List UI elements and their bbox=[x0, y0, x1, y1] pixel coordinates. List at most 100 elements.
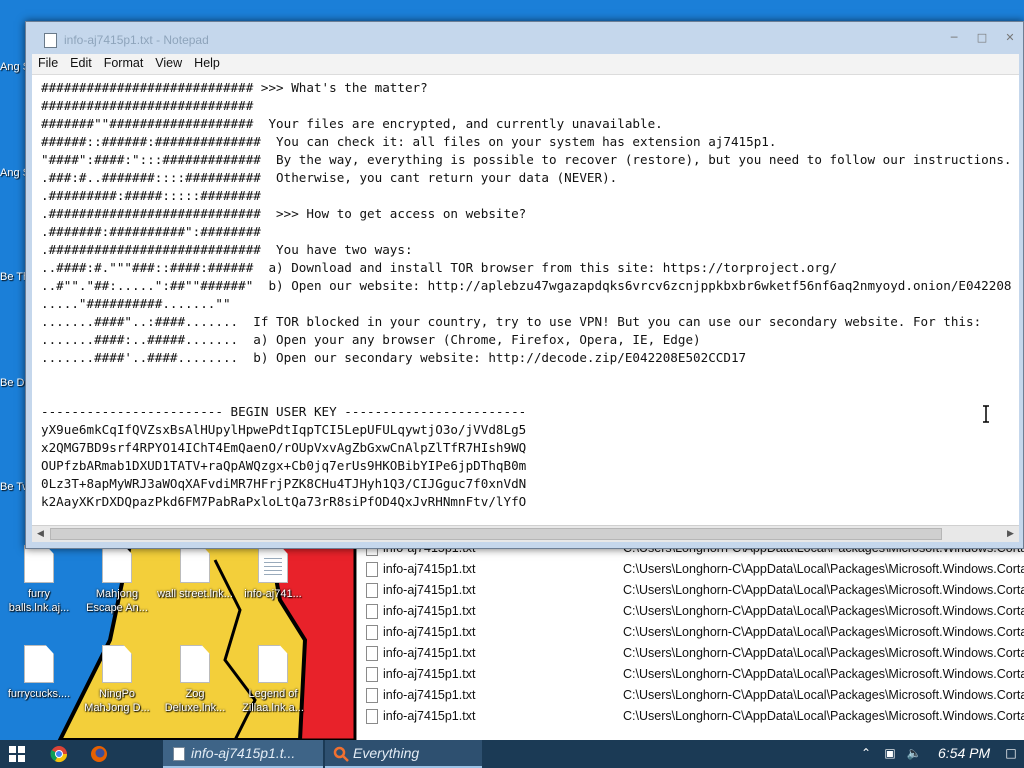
text-line: "####":####:":::############# By the way… bbox=[41, 152, 1012, 167]
desktop-icon-label: Mahjong Escape An... bbox=[86, 588, 148, 614]
file-path: C:\Users\Longhorn-C\AppData\Local\Packag… bbox=[623, 562, 1024, 576]
text-line: ..####:#."""###::####:###### a) Download… bbox=[41, 260, 838, 275]
desktop-icon-label: furrycucks.... bbox=[7, 688, 71, 700]
desktop-icon-label: wall street.lnk... bbox=[157, 588, 233, 600]
desktop-icon[interactable]: Legend of Zillaa.lnk.a... bbox=[234, 645, 312, 715]
desktop-icon-label: Zog Deluxe.lnk... bbox=[164, 688, 226, 714]
desktop-icon-label: info-aj741... bbox=[244, 588, 302, 600]
scrollbar-thumb[interactable] bbox=[50, 528, 942, 540]
file-name: info-aj7415p1.txt bbox=[383, 688, 476, 702]
desktop-icon[interactable]: Zog Deluxe.lnk... bbox=[156, 645, 234, 715]
taskbar-button-label: info-aj7415p1.t... bbox=[191, 745, 296, 761]
desktop-icon-label-peek[interactable]: Be Delu bbox=[0, 376, 28, 390]
text-file-icon bbox=[258, 545, 288, 583]
horizontal-scrollbar[interactable]: ◀ ▶ bbox=[32, 525, 1019, 542]
action-center-icon[interactable]: □ bbox=[1003, 746, 1019, 762]
text-editor-area[interactable]: ############################ >>> What's … bbox=[32, 75, 1019, 525]
desktop-icon-label: NingPo MahJong D... bbox=[84, 688, 150, 714]
text-file-icon bbox=[366, 625, 378, 640]
show-hidden-icons-icon[interactable]: ⌃ bbox=[858, 746, 874, 762]
chrome-icon[interactable] bbox=[50, 745, 68, 763]
file-icon bbox=[102, 545, 132, 583]
list-item[interactable]: info-aj7415p1.txt C:\Users\Longhorn-C\Ap… bbox=[357, 706, 1024, 727]
file-icon bbox=[24, 545, 54, 583]
list-item[interactable]: info-aj7415p1.txt C:\Users\Longhorn-C\Ap… bbox=[357, 622, 1024, 643]
file-icon bbox=[258, 645, 288, 683]
desktop-icon[interactable]: furrycucks.... bbox=[0, 645, 78, 701]
desktop-icon-label-peek[interactable]: Be Twis bbox=[0, 480, 28, 494]
text-line: OUPfzbARmab1DXUD1TATV+raQpAWQzgx+Cb0jq7e… bbox=[41, 458, 527, 473]
text-line: yX9ue6mkCqIfQVZsxBsAlHUpylHpwePdtIqpTCI5… bbox=[41, 422, 527, 437]
text-line: .###:#..#######::::########## Otherwise,… bbox=[41, 170, 618, 185]
file-path: C:\Users\Longhorn-C\AppData\Local\Packag… bbox=[623, 709, 1024, 723]
menu-view[interactable]: View bbox=[149, 54, 188, 75]
menu-format[interactable]: Format bbox=[98, 54, 150, 75]
menu-edit[interactable]: Edit bbox=[64, 54, 98, 75]
scroll-left-arrow-icon[interactable]: ◀ bbox=[32, 526, 49, 542]
list-item[interactable]: info-aj7415p1.txt C:\Users\Longhorn-C\Ap… bbox=[357, 580, 1024, 601]
file-name: info-aj7415p1.txt bbox=[383, 709, 476, 723]
desktop-icon[interactable]: info-aj741... bbox=[234, 545, 312, 601]
text-line: ######::######:############## You can ch… bbox=[41, 134, 777, 149]
file-name: info-aj7415p1.txt bbox=[383, 667, 476, 681]
file-icon bbox=[180, 545, 210, 583]
everything-icon bbox=[333, 746, 349, 762]
file-name: info-aj7415p1.txt bbox=[383, 604, 476, 618]
text-line: x2QMG7BD9srf4RPYO14IChT4EmQaenO/rOUpVxvA… bbox=[41, 440, 527, 455]
desktop-icon[interactable]: Mahjong Escape An... bbox=[78, 545, 156, 615]
desktop-icon[interactable]: wall street.lnk... bbox=[156, 545, 234, 601]
window-titlebar[interactable]: info-aj7415p1.txt - Notepad ─ □ ✕ bbox=[26, 22, 1023, 54]
list-item[interactable]: info-aj7415p1.txt C:\Users\Longhorn-C\Ap… bbox=[357, 685, 1024, 706]
windows-start-icon[interactable] bbox=[9, 746, 25, 762]
document-text[interactable]: ############################ >>> What's … bbox=[41, 79, 1012, 511]
network-icon[interactable]: ▣ bbox=[882, 746, 898, 762]
file-name: info-aj7415p1.txt bbox=[383, 583, 476, 597]
maximize-button[interactable]: □ bbox=[971, 31, 993, 45]
desktop-icon[interactable]: furry balls.lnk.aj... bbox=[0, 545, 78, 615]
text-file-icon bbox=[366, 688, 378, 703]
list-item[interactable]: info-aj7415p1.txt C:\Users\Longhorn-C\Ap… bbox=[357, 664, 1024, 685]
ibeam-cursor-icon bbox=[983, 405, 989, 423]
taskbar: info-aj7415p1.t... Everything ⌃ ▣ 🔈 6:54… bbox=[0, 740, 1024, 768]
minimize-button[interactable]: ─ bbox=[943, 31, 965, 45]
desktop-icon-label-peek[interactable]: Be The bbox=[0, 270, 28, 284]
notepad-window: info-aj7415p1.txt - Notepad ─ □ ✕ File Ed… bbox=[25, 21, 1024, 549]
desktop-icon-label-peek[interactable]: Ang Soy bbox=[0, 60, 28, 74]
text-file-icon bbox=[366, 604, 378, 619]
window-title: info-aj7415p1.txt - Notepad bbox=[64, 33, 209, 47]
list-item[interactable]: info-aj7415p1.txt C:\Users\Longhorn-C\Ap… bbox=[357, 601, 1024, 622]
text-line: .############################ >>> How to… bbox=[41, 206, 527, 221]
taskbar-notepad-button[interactable]: info-aj7415p1.t... bbox=[163, 740, 323, 768]
file-path: C:\Users\Longhorn-C\AppData\Local\Packag… bbox=[623, 583, 1024, 597]
taskbar-everything-button[interactable]: Everything bbox=[325, 740, 482, 768]
text-line bbox=[41, 385, 1012, 403]
notepad-icon bbox=[173, 747, 185, 761]
text-line: ############################ bbox=[41, 98, 254, 113]
text-line: ..#""."##:.....":##""######" b) Open our… bbox=[41, 278, 1012, 293]
list-item[interactable]: info-aj7415p1.txt C:\Users\Longhorn-C\Ap… bbox=[357, 643, 1024, 664]
menu-help[interactable]: Help bbox=[188, 54, 226, 75]
text-line: #######""################### Your files … bbox=[41, 116, 663, 131]
firefox-icon[interactable] bbox=[90, 745, 108, 763]
file-path: C:\Users\Longhorn-C\AppData\Local\Packag… bbox=[623, 625, 1024, 639]
desktop-icon-label-peek[interactable]: Ang Soy bbox=[0, 166, 28, 180]
text-line: ------------------------ BEGIN USER KEY … bbox=[41, 404, 527, 419]
text-file-icon bbox=[366, 583, 378, 598]
text-file-icon bbox=[366, 667, 378, 682]
taskbar-clock[interactable]: 6:54 PM bbox=[938, 745, 990, 761]
file-search-results: info-aj7415p1.txt C:\Users\Longhorn-C\Ap… bbox=[356, 538, 1024, 740]
menu-file[interactable]: File bbox=[32, 54, 64, 75]
scroll-right-arrow-icon[interactable]: ▶ bbox=[1002, 526, 1019, 542]
desktop-icon[interactable]: NingPo MahJong D... bbox=[78, 645, 156, 715]
text-line: .#######:##########":######## bbox=[41, 224, 261, 239]
text-line: .......####'..####........ b) Open our s… bbox=[41, 350, 747, 365]
file-icon bbox=[24, 645, 54, 683]
list-item[interactable]: info-aj7415p1.txt C:\Users\Longhorn-C\Ap… bbox=[357, 559, 1024, 580]
file-path: C:\Users\Longhorn-C\AppData\Local\Packag… bbox=[623, 646, 1024, 660]
close-button[interactable]: ✕ bbox=[999, 31, 1021, 45]
file-icon bbox=[180, 645, 210, 683]
volume-icon[interactable]: 🔈 bbox=[906, 746, 922, 762]
text-line: .......####:..#####....... a) Open your … bbox=[41, 332, 701, 347]
file-name: info-aj7415p1.txt bbox=[383, 625, 476, 639]
desktop-icon-label: furry balls.lnk.aj... bbox=[8, 588, 70, 614]
